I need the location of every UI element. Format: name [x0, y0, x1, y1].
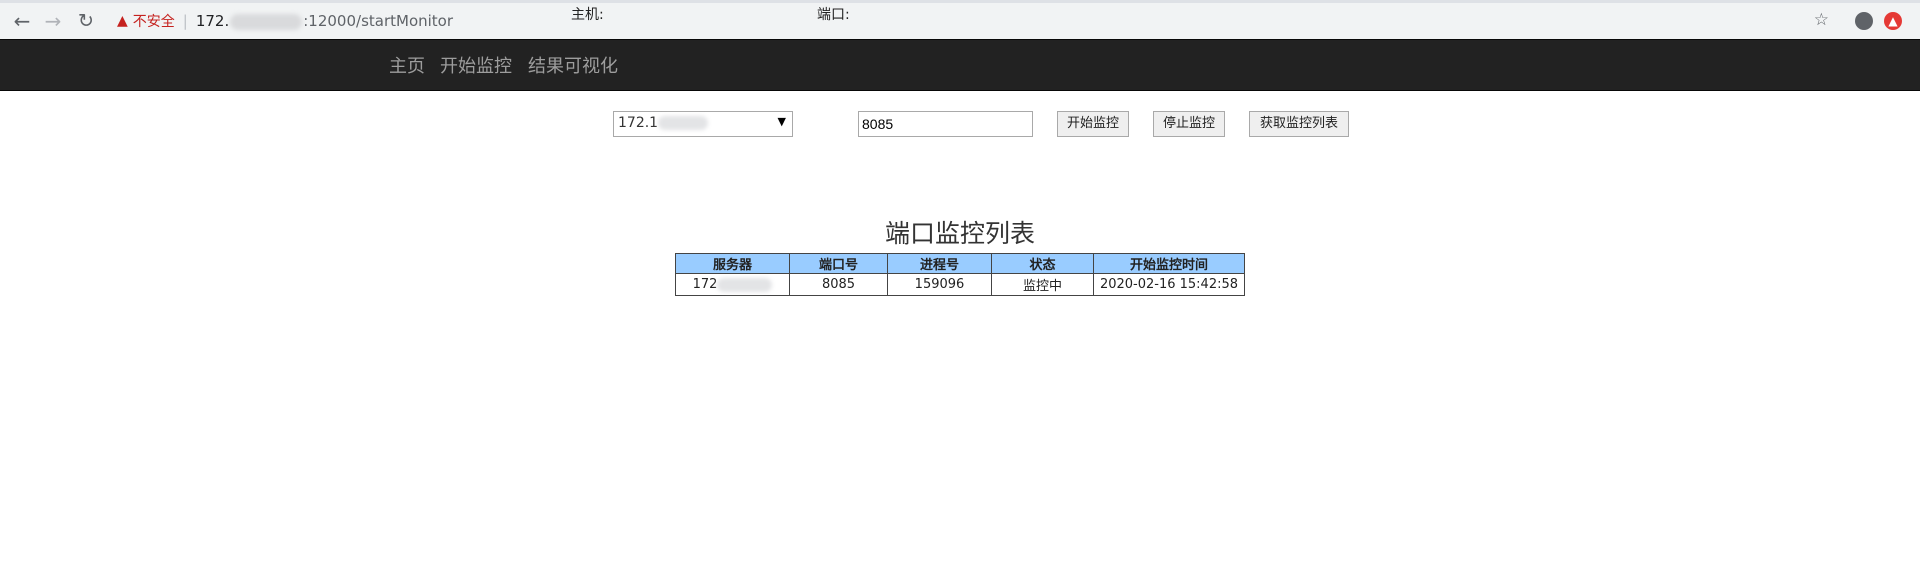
column-header-status: 状态	[991, 253, 1094, 274]
column-header-server: 服务器	[675, 253, 790, 274]
get-monitor-list-button[interactable]: 获取监控列表	[1249, 111, 1349, 137]
reload-icon[interactable]: ↻	[74, 9, 98, 33]
dropdown-arrow-icon: ▼	[777, 115, 786, 128]
cell-start-time: 2020-02-16 15:42:58	[1093, 273, 1245, 296]
cell-pid: 159096	[887, 273, 992, 296]
url-path: :12000/startMonitor	[303, 12, 454, 30]
cell-port: 8085	[789, 273, 888, 296]
monitor-table: 服务器 端口号 进程号 状态 开始监控时间 172 8085 159096 监控…	[675, 253, 1245, 296]
nav-visualization-link[interactable]: 结果可视化	[528, 52, 618, 78]
address-bar[interactable]: ▲ 不安全 | 172. :12000/startMonitor ☆	[107, 7, 1841, 35]
nav-home-link[interactable]: 主页	[389, 52, 425, 78]
bookmark-star-icon[interactable]: ☆	[1814, 10, 1829, 30]
column-header-pid: 进程号	[887, 253, 992, 274]
start-monitor-button[interactable]: 开始监控	[1057, 111, 1129, 137]
table-header-row: 服务器 端口号 进程号 状态 开始监控时间	[675, 253, 1245, 274]
warning-icon: ▲	[117, 13, 128, 29]
table-row: 172 8085 159096 监控中 2020-02-16 15:42:58	[675, 273, 1245, 296]
extension-icon[interactable]: ▲	[1884, 12, 1902, 30]
url-host: 172.	[195, 12, 230, 30]
profile-avatar-icon[interactable]	[1855, 12, 1873, 30]
server-redacted	[717, 277, 773, 292]
back-icon[interactable]: ←	[10, 9, 34, 33]
stop-monitor-button[interactable]: 停止监控	[1153, 111, 1225, 137]
url-redacted	[230, 13, 303, 30]
host-select[interactable]: 172.1 ▼	[613, 111, 793, 137]
cell-server-text: 172	[692, 277, 718, 292]
cell-status: 监控中	[991, 273, 1094, 296]
port-label: 端口:	[817, 7, 850, 23]
column-header-start-time: 开始监控时间	[1093, 253, 1245, 274]
host-value-redacted	[658, 116, 709, 130]
browser-toolbar: ← → ↻ ▲ 不安全 | 172.:12000/startMonitor ☆ …	[0, 0, 1920, 39]
app-navbar: 主页 开始监控 结果可视化	[0, 39, 1920, 91]
address-separator: |	[182, 12, 188, 30]
table-title: 端口监控列表	[884, 219, 1035, 248]
nav-start-monitor-link[interactable]: 开始监控	[440, 52, 512, 78]
url-text: 172. :12000/startMonitor	[196, 12, 453, 30]
port-input[interactable]	[858, 111, 1033, 137]
insecure-label: 不安全	[132, 14, 175, 30]
forward-icon[interactable]: →	[41, 9, 65, 33]
host-select-value: 172.1	[618, 115, 659, 131]
column-header-port: 端口号	[789, 253, 888, 274]
cell-server: 172	[675, 273, 790, 296]
host-label: 主机:	[571, 7, 604, 23]
